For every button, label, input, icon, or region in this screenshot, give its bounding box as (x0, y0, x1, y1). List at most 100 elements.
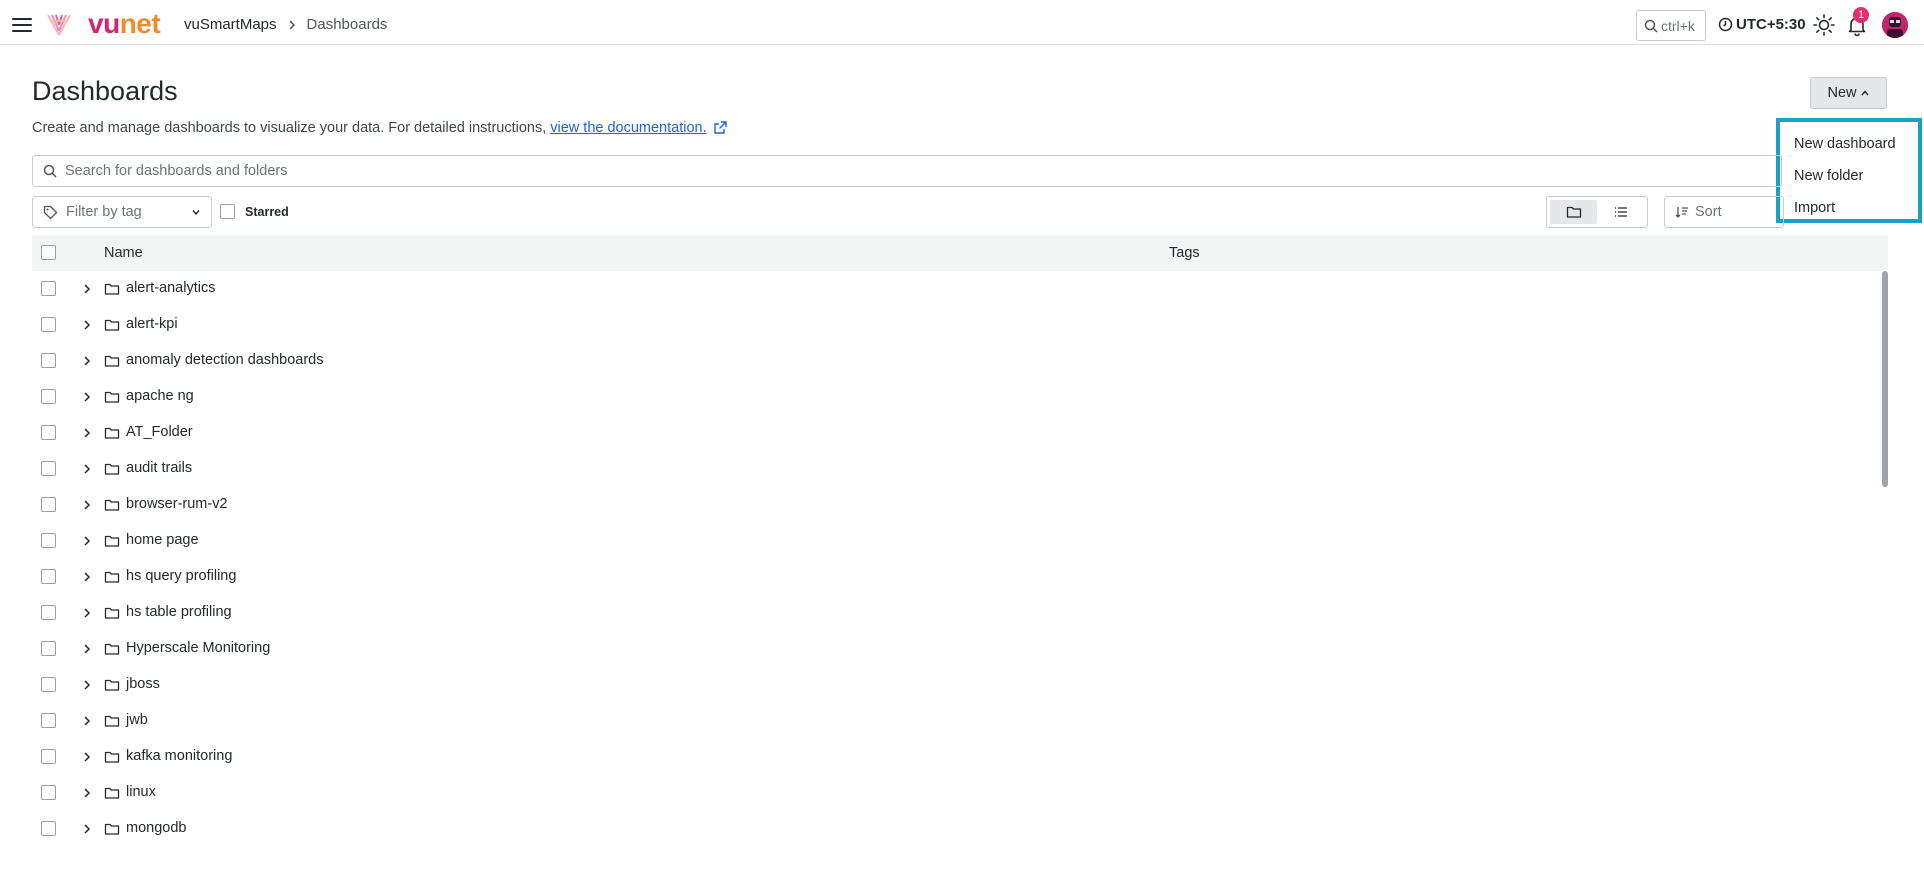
folder-icon (104, 533, 120, 549)
chevron-right-icon[interactable] (81, 535, 93, 547)
starred-filter[interactable]: Starred (220, 204, 289, 219)
row-checkbox[interactable] (41, 425, 56, 440)
filter-by-tag-select[interactable]: Filter by tag (32, 196, 212, 228)
chevron-right-icon[interactable] (81, 715, 93, 727)
row-checkbox[interactable] (41, 749, 56, 764)
table-row[interactable]: mongodb (32, 811, 1882, 847)
row-checkbox[interactable] (41, 569, 56, 584)
table-row[interactable]: linux (32, 775, 1882, 811)
table-row[interactable]: jboss (32, 667, 1882, 703)
folder-name[interactable]: audit trails (126, 460, 192, 476)
row-checkbox[interactable] (41, 713, 56, 728)
row-checkbox[interactable] (41, 353, 56, 368)
folder-icon (104, 461, 120, 477)
folder-icon (104, 785, 120, 801)
folder-name[interactable]: jwb (126, 712, 148, 728)
table-row[interactable]: jwb (32, 703, 1882, 739)
folder-name[interactable]: home page (126, 532, 199, 548)
table-row[interactable]: alert-analytics (32, 271, 1882, 307)
new-button[interactable]: New (1810, 77, 1887, 109)
chevron-right-icon[interactable] (81, 499, 93, 511)
chevron-right-icon[interactable] (81, 679, 93, 691)
row-checkbox[interactable] (41, 497, 56, 512)
select-all-checkbox[interactable] (41, 245, 56, 260)
user-avatar[interactable] (1882, 12, 1908, 38)
chevron-right-icon[interactable] (81, 391, 93, 403)
chevron-right-icon[interactable] (81, 463, 93, 475)
table-row[interactable]: audit trails (32, 451, 1882, 487)
chevron-down-icon (192, 210, 200, 216)
table-row[interactable]: hs query profiling (32, 559, 1882, 595)
chevron-right-icon[interactable] (81, 787, 93, 799)
chevron-right-icon[interactable] (81, 319, 93, 331)
folder-name[interactable]: apache ng (126, 388, 194, 404)
table-row[interactable]: browser-rum-v2 (32, 487, 1882, 523)
folder-name[interactable]: alert-kpi (126, 316, 178, 332)
row-checkbox[interactable] (41, 677, 56, 692)
folder-name[interactable]: browser-rum-v2 (126, 496, 228, 512)
table-row[interactable]: anomaly detection dashboards (32, 343, 1882, 379)
menu-item-import[interactable]: Import (1780, 192, 1918, 224)
breadcrumb-item-vusmartmaps[interactable]: vuSmartMaps (184, 16, 277, 33)
menu-item-new-dashboard[interactable]: New dashboard (1780, 128, 1918, 160)
row-checkbox[interactable] (41, 533, 56, 548)
folder-icon (104, 389, 120, 405)
filter-by-tag-placeholder: Filter by tag (66, 204, 142, 220)
folder-icon (104, 821, 120, 837)
chevron-right-icon[interactable] (81, 571, 93, 583)
folder-name[interactable]: Hyperscale Monitoring (126, 640, 270, 656)
folder-icon (104, 641, 120, 657)
folder-name[interactable]: linux (126, 784, 156, 800)
table-row[interactable]: kafka monitoring (32, 739, 1882, 775)
row-checkbox[interactable] (41, 821, 56, 836)
chevron-right-icon[interactable] (81, 643, 93, 655)
folder-name[interactable]: alert-analytics (126, 280, 215, 296)
folder-name[interactable]: jboss (126, 676, 160, 692)
menu-item-new-folder[interactable]: New folder (1780, 160, 1918, 192)
sort-placeholder: Sort (1695, 204, 1722, 220)
starred-checkbox[interactable] (220, 204, 235, 219)
chevron-right-icon[interactable] (81, 751, 93, 763)
folder-icon (104, 677, 120, 693)
row-checkbox[interactable] (41, 641, 56, 656)
row-checkbox[interactable] (41, 461, 56, 476)
folder-name[interactable]: mongodb (126, 820, 186, 836)
folder-name[interactable]: anomaly detection dashboards (126, 352, 324, 368)
timezone-picker[interactable]: UTC+5:30 (1718, 16, 1806, 33)
chevron-right-icon[interactable] (81, 607, 93, 619)
theme-toggle-sun-icon[interactable] (1812, 13, 1836, 37)
documentation-link[interactable]: view the documentation. (550, 120, 706, 136)
table-row[interactable]: apache ng (32, 379, 1882, 415)
menu-icon[interactable] (10, 13, 34, 37)
notification-count-badge: 1 (1853, 7, 1869, 23)
folder-view-button[interactable] (1550, 200, 1597, 224)
sort-select[interactable]: Sort (1664, 196, 1784, 228)
table-row[interactable]: hs table profiling (32, 595, 1882, 631)
chevron-right-icon[interactable] (81, 427, 93, 439)
row-checkbox[interactable] (41, 317, 56, 332)
chevron-right-icon[interactable] (81, 283, 93, 295)
page-title: Dashboards (32, 76, 178, 106)
column-header-name[interactable]: Name (104, 245, 143, 261)
folder-name[interactable]: hs table profiling (126, 604, 232, 620)
dashboard-search-input[interactable]: Search for dashboards and folders (32, 155, 1782, 187)
folder-name[interactable]: AT_Folder (126, 424, 193, 440)
row-checkbox[interactable] (41, 281, 56, 296)
table-row[interactable]: home page (32, 523, 1882, 559)
table-row[interactable]: Hyperscale Monitoring (32, 631, 1882, 667)
folder-name[interactable]: kafka monitoring (126, 748, 232, 764)
table-header: Name Tags (32, 235, 1888, 271)
chevron-right-icon[interactable] (81, 355, 93, 367)
table-row[interactable]: AT_Folder (32, 415, 1882, 451)
scrollbar[interactable] (1882, 271, 1888, 487)
row-checkbox[interactable] (41, 389, 56, 404)
folder-icon (104, 713, 120, 729)
row-checkbox[interactable] (41, 785, 56, 800)
list-view-button[interactable] (1597, 200, 1644, 224)
external-link-icon[interactable] (713, 121, 727, 135)
folder-name[interactable]: hs query profiling (126, 568, 236, 584)
global-search-button[interactable]: ctrl+k (1636, 10, 1706, 41)
table-row[interactable]: alert-kpi (32, 307, 1882, 343)
row-checkbox[interactable] (41, 605, 56, 620)
chevron-right-icon[interactable] (81, 823, 93, 835)
